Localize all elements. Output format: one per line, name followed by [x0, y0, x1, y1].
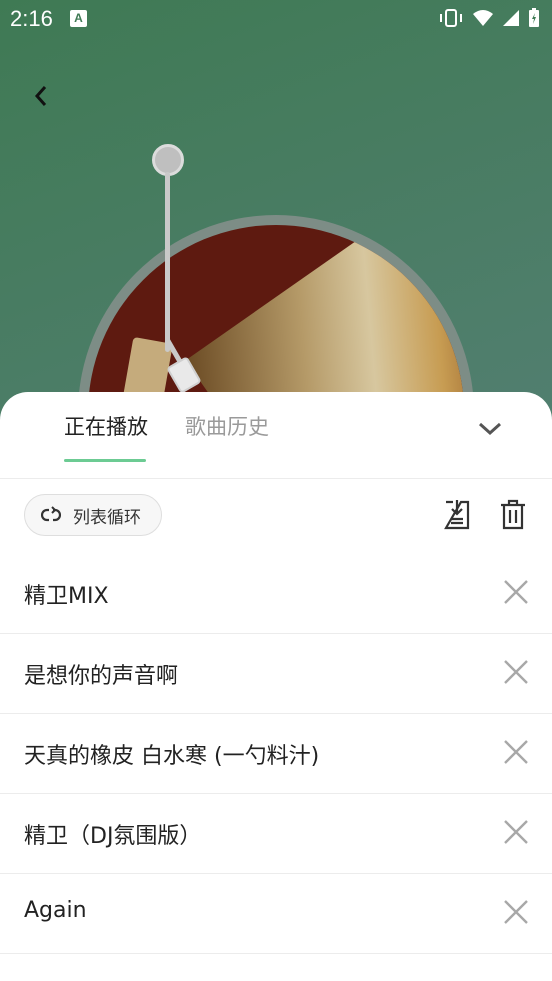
- clear-playlist-button[interactable]: [498, 498, 528, 532]
- notification-icon: A: [70, 10, 87, 27]
- chevron-down-icon: [478, 422, 502, 436]
- collapse-button[interactable]: [474, 412, 506, 444]
- close-icon: [504, 740, 528, 764]
- remove-button[interactable]: [502, 738, 530, 766]
- trash-icon: [501, 499, 525, 530]
- list-item[interactable]: Again: [0, 874, 552, 954]
- play-mode-button[interactable]: 列表循环: [24, 494, 162, 536]
- playlist-sheet: 正在播放 歌曲历史 列表循环 精卫MIX 是想你的声音啊 天真的橡皮 白水寒 (…: [0, 392, 552, 981]
- wifi-icon: [472, 9, 494, 32]
- tab-indicator: [64, 459, 146, 462]
- vibrate-icon: [438, 8, 464, 33]
- list-item[interactable]: 精卫（DJ氛围版）: [0, 794, 552, 874]
- save-playlist-button[interactable]: [442, 498, 472, 532]
- save-playlist-icon: [444, 500, 470, 530]
- list-item[interactable]: 是想你的声音啊: [0, 634, 552, 714]
- status-time: 2:16: [10, 6, 53, 31]
- list-item[interactable]: 天真的橡皮 白水寒 (一勺料汁): [0, 714, 552, 794]
- remove-button[interactable]: [502, 578, 530, 606]
- song-title: 是想你的声音啊: [24, 664, 179, 689]
- song-title: Again: [24, 898, 87, 923]
- close-icon: [504, 820, 528, 844]
- play-mode-label: 列表循环: [73, 507, 141, 528]
- tab-bar: 正在播放 歌曲历史: [0, 392, 552, 479]
- tonearm: [165, 172, 170, 352]
- tab-history[interactable]: 歌曲历史: [185, 412, 269, 442]
- song-title: 精卫（DJ氛围版）: [24, 824, 202, 849]
- status-bar: 2:16 A: [0, 0, 552, 40]
- close-icon: [504, 900, 528, 924]
- status-icons: [438, 8, 540, 33]
- chevron-left-icon: [34, 86, 47, 106]
- song-title: 天真的橡皮 白水寒 (一勺料汁): [24, 744, 320, 769]
- back-button[interactable]: [24, 78, 60, 114]
- battery-icon: [528, 8, 540, 33]
- close-icon: [504, 580, 528, 604]
- remove-button[interactable]: [502, 818, 530, 846]
- list-item[interactable]: 精卫MIX: [0, 554, 552, 634]
- remove-button[interactable]: [502, 898, 530, 926]
- song-title: 精卫MIX: [24, 584, 109, 609]
- remove-button[interactable]: [502, 658, 530, 686]
- tab-now-playing[interactable]: 正在播放: [64, 412, 148, 442]
- loop-icon: [41, 506, 61, 522]
- playlist-toolbar: 列表循环: [0, 478, 552, 554]
- close-icon: [504, 660, 528, 684]
- playlist: 精卫MIX 是想你的声音啊 天真的橡皮 白水寒 (一勺料汁) 精卫（DJ氛围版）…: [0, 554, 552, 954]
- signal-icon: [502, 9, 520, 32]
